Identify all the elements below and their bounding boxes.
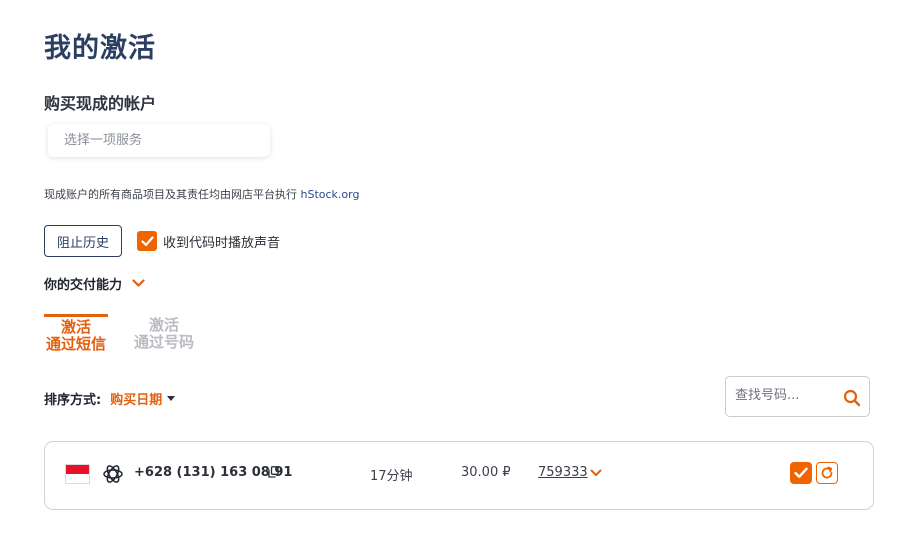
activation-row: +628 (131) 163 08 91 17分钟 30.00 ₽ 759333: [44, 441, 874, 510]
tab-sms-line2: 通过短信: [45, 335, 106, 353]
confirm-activation-button[interactable]: [790, 462, 812, 484]
search-icon[interactable]: [843, 389, 861, 407]
received-code[interactable]: 759333: [538, 465, 588, 480]
tab-number-line1: 激活: [148, 316, 179, 334]
activation-duration: 17分钟: [370, 469, 413, 484]
service-select-input[interactable]: [48, 124, 270, 157]
caret-down-icon[interactable]: [167, 396, 176, 401]
block-history-button[interactable]: 阻止历史: [44, 225, 122, 257]
page-title: 我的激活: [44, 33, 156, 64]
purchase-section-title: 购买现成的帐户: [44, 94, 157, 113]
number-search-input[interactable]: [735, 388, 835, 403]
chevron-down-icon[interactable]: [590, 469, 602, 477]
disclaimer-text: 现成账户的所有商品项目及其责任均由网店平台执行: [44, 188, 301, 201]
play-sound-label[interactable]: 收到代码时播放声音: [163, 232, 280, 251]
play-sound-checkbox[interactable]: [137, 231, 157, 251]
hstock-link[interactable]: hStock.org: [301, 188, 360, 201]
tab-sms-line1: 激活: [60, 318, 91, 336]
activation-price: 30.00 ₽: [461, 465, 511, 480]
tab-activation-by-number[interactable]: 激活 通过号码: [132, 317, 196, 351]
sort-value-dropdown[interactable]: 购买日期: [110, 389, 162, 408]
tab-activation-by-sms[interactable]: 激活 通过短信: [44, 314, 108, 353]
marketplace-disclaimer: 现成账户的所有商品项目及其责任均由网店平台执行 hStock.org: [44, 186, 359, 202]
delivery-capability-label: 你的交付能力: [44, 278, 123, 293]
my-activations-page: 我的激活 购买现成的帐户 现成账户的所有商品项目及其责任均由网店平台执行 hSt…: [0, 0, 909, 547]
copy-icon[interactable]: [268, 466, 279, 478]
sort-label: 排序方式:: [44, 393, 102, 408]
tab-number-line2: 通过号码: [133, 333, 194, 351]
sort-control: 排序方式: 购买日期: [44, 389, 176, 408]
indonesia-flag-icon: [65, 464, 90, 484]
openai-icon: [103, 465, 123, 483]
checkmark-icon: [794, 467, 808, 478]
chevron-down-icon: [132, 279, 145, 287]
refresh-icon: [821, 466, 833, 479]
number-search-box: [725, 376, 870, 417]
delivery-capability-toggle[interactable]: 你的交付能力: [44, 274, 145, 293]
checkmark-icon: [140, 235, 154, 246]
request-another-code-button[interactable]: [816, 462, 838, 484]
